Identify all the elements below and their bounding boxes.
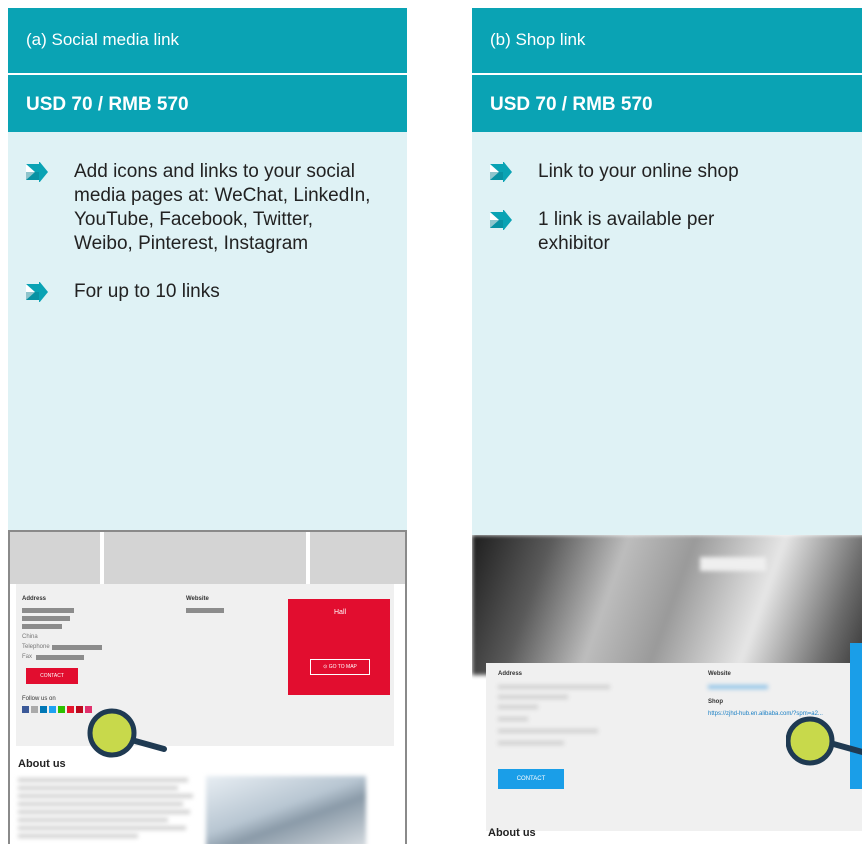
price-label: USD 70 / RMB 570 [8,75,407,132]
go-to-map-button[interactable]: ⊙ GO TO MAP [310,659,370,675]
address-label: Address [498,671,523,677]
banner-strip [10,532,405,584]
go-to-map-label: GO TO MAP [328,664,357,670]
list-item-text: Add icons and links to your social media… [74,161,371,254]
contact-button[interactable]: CONTACT [498,769,564,789]
hall-card: Hall ⊙ GO TO MAP [288,599,390,695]
address-label: Address [22,596,47,602]
map-pin-icon: ⊙ [323,664,328,670]
list-item-text: For up to 10 links [74,281,220,302]
list-item: 1 link is available per exhibitor [490,208,851,256]
social-media-link-panel: (a) Social media link USD 70 / RMB 570 A… [8,8,407,844]
exhibitor-page-screenshot: Address CONTACT Website Shop https://zjh… [472,535,862,844]
arrow-right-icon [26,282,48,302]
list-item: For up to 10 links [26,280,387,304]
feature-list: Add icons and links to your social media… [8,132,407,304]
weibo-icon[interactable] [67,706,74,713]
social-icons-row[interactable] [22,706,92,713]
about-us-heading: About us [488,827,536,839]
feature-list: Link to your online shop 1 link is avail… [472,132,862,256]
china-label: China [22,634,38,640]
list-item: Add icons and links to your social media… [26,160,387,256]
social-icon[interactable] [31,706,38,713]
arrow-right-icon [490,162,512,182]
price-label: USD 70 / RMB 570 [472,75,862,132]
about-us-heading: About us [18,758,66,770]
telephone-label: Telephone [22,644,50,650]
linkedin-icon[interactable] [40,706,47,713]
magnifier-icon [87,708,167,758]
pinterest-icon[interactable] [76,706,83,713]
panel-title: (a) Social media link [8,8,407,73]
facebook-icon[interactable] [22,706,29,713]
shop-label: Shop [708,699,723,705]
exhibitor-page-screenshot: Address China Telephone Fax CONTACT Foll… [8,530,407,844]
website-label: Website [186,596,209,602]
arrow-right-icon [490,210,512,230]
list-item-text: 1 link is available per exhibitor [538,209,715,254]
hall-label: Hall [334,609,347,616]
list-item-text: Link to your online shop [538,161,739,182]
company-photo [206,776,366,844]
panel-title: (b) Shop link [472,8,862,73]
list-item: Link to your online shop [490,160,851,184]
twitter-icon[interactable] [49,706,56,713]
magnifier-icon [786,716,862,766]
follow-us-label: Follow us on [22,696,56,702]
wechat-icon[interactable] [58,706,65,713]
shop-link-panel: (b) Shop link USD 70 / RMB 570 Link to y… [472,8,862,844]
contact-button[interactable]: CONTACT [26,668,78,684]
hero-photo [472,535,862,675]
website-label: Website [708,671,731,677]
arrow-right-icon [26,162,48,182]
fax-label: Fax [22,654,33,660]
website-link[interactable] [708,685,768,689]
